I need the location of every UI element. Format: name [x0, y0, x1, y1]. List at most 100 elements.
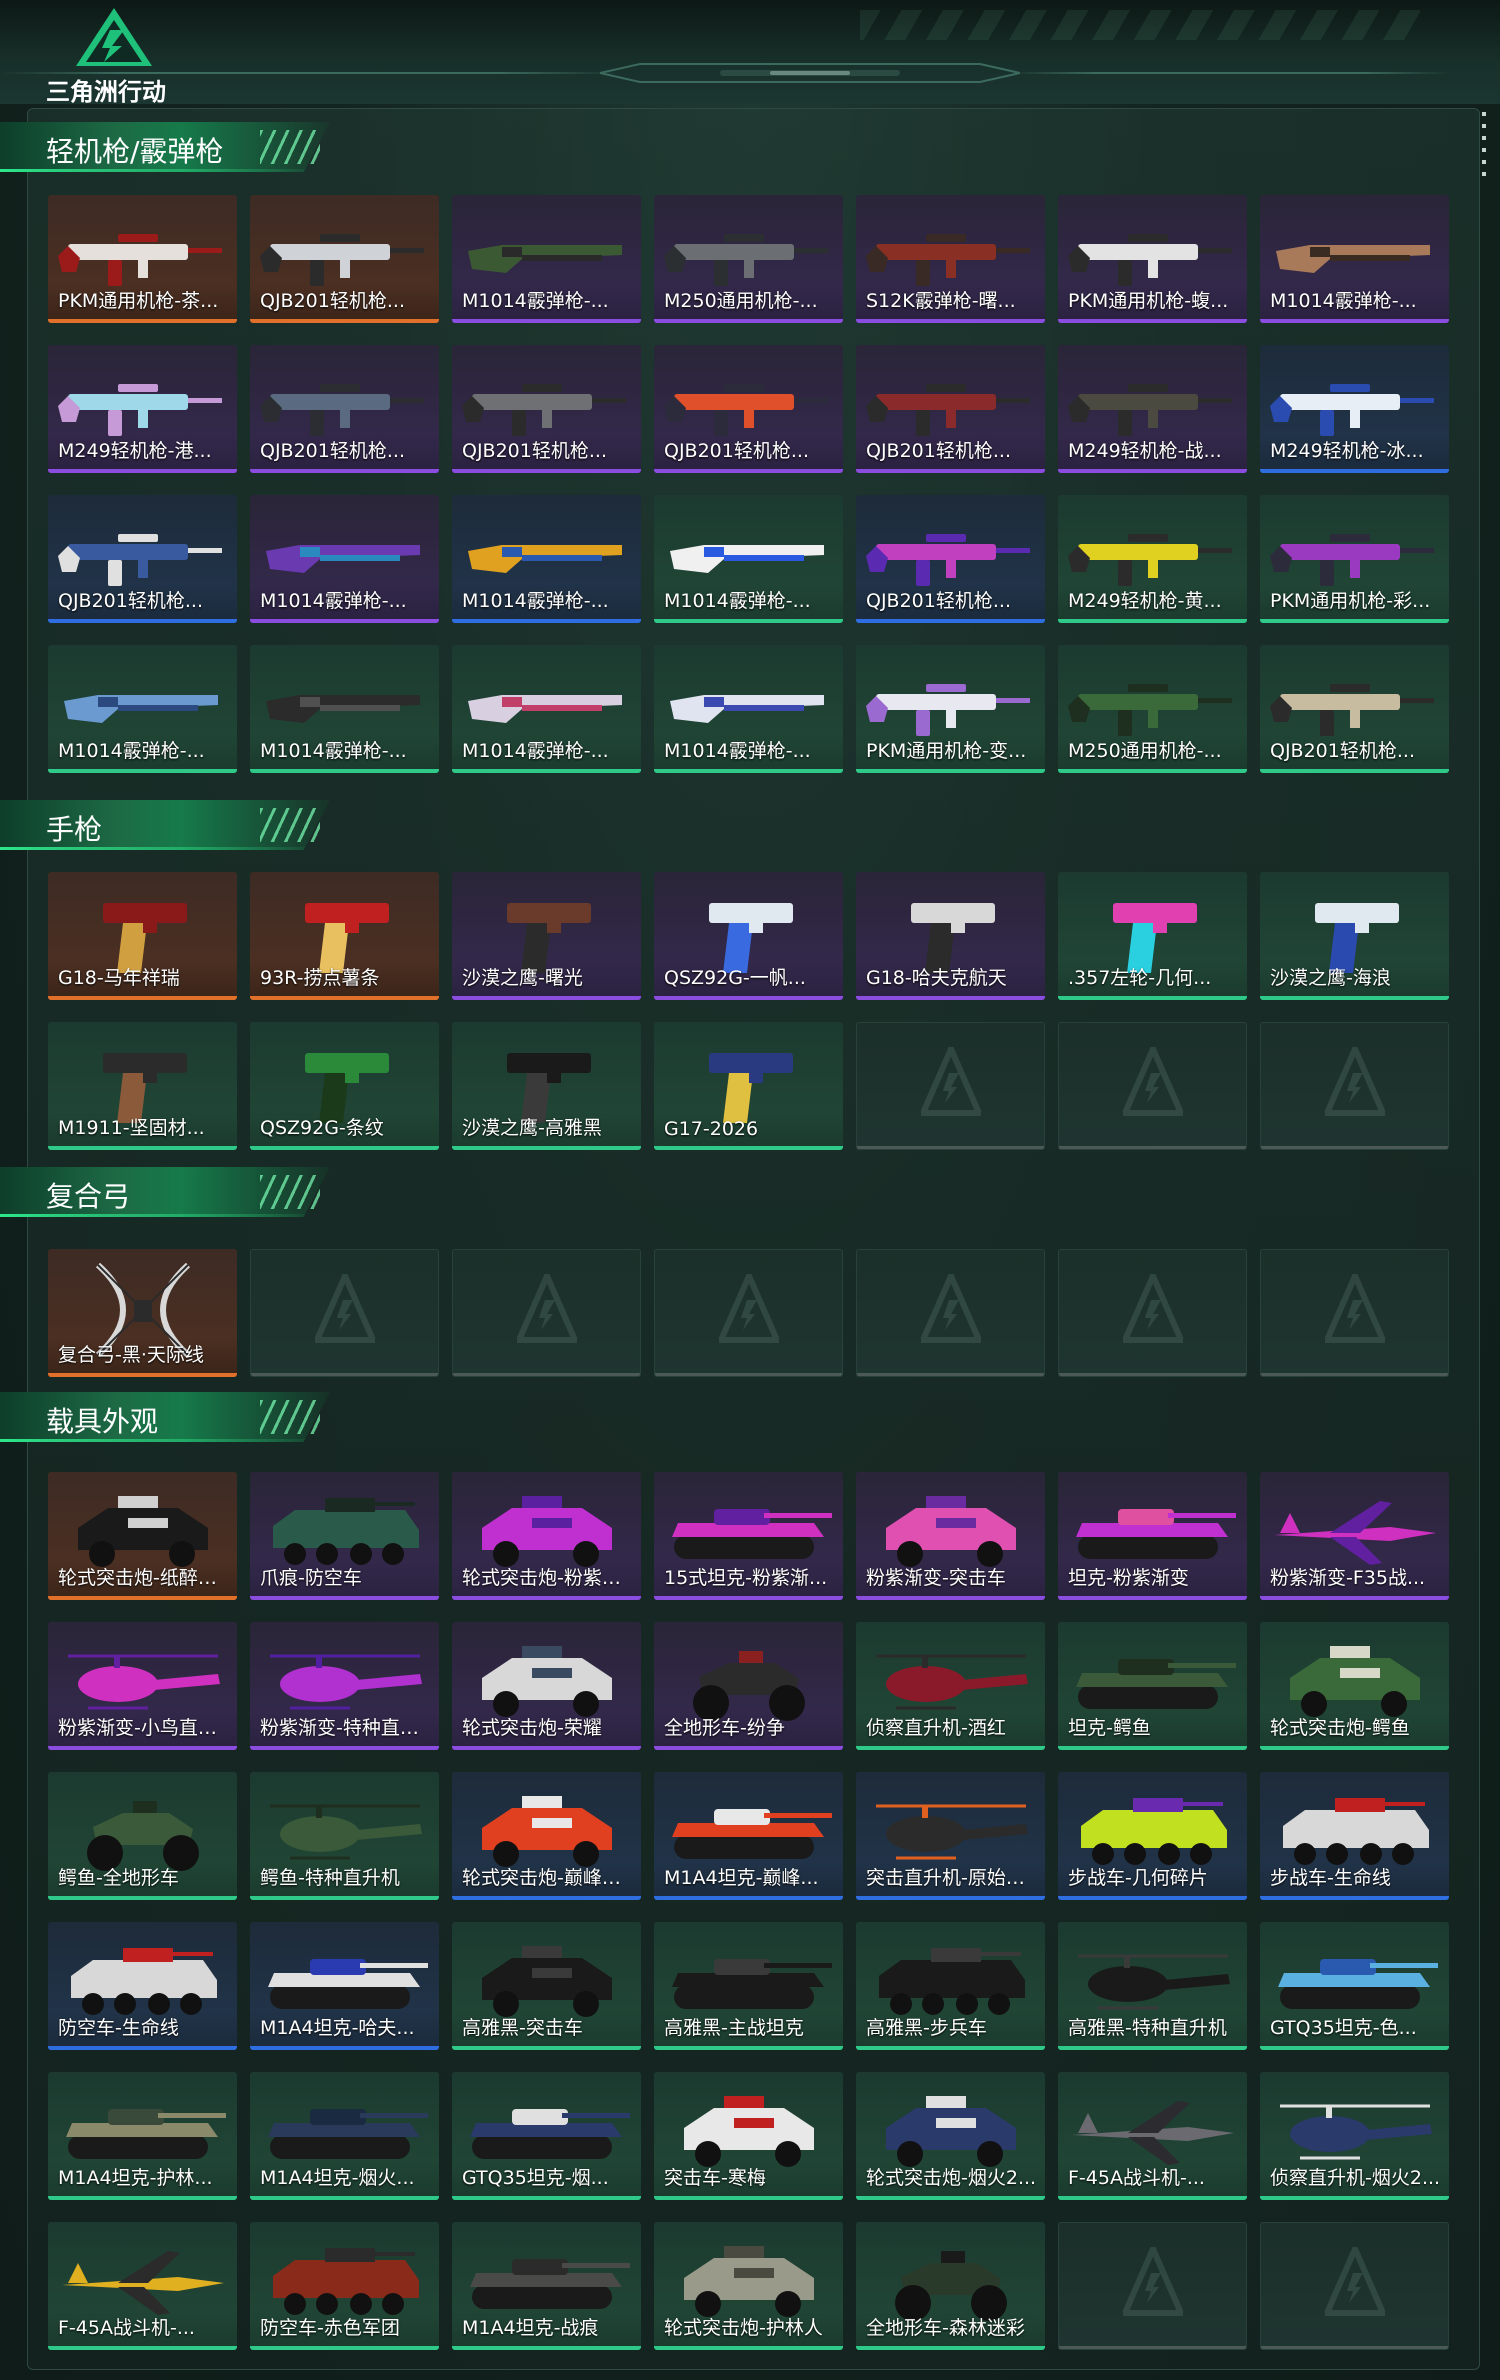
item-card[interactable]: 全地形车-森林迷彩: [856, 2222, 1045, 2350]
item-card[interactable]: QJB201轻机枪...: [1260, 645, 1449, 773]
item-card[interactable]: 轮式突击炮-纸醉金...: [48, 1472, 237, 1600]
item-card[interactable]: M249轻机枪-战...: [1058, 345, 1247, 473]
item-card[interactable]: 鳄鱼-全地形车: [48, 1772, 237, 1900]
item-card[interactable]: 粉紫渐变-小鸟直升...: [48, 1622, 237, 1750]
scrollbar[interactable]: [1482, 112, 1486, 182]
rifle-icon: [461, 384, 626, 437]
item-card[interactable]: QJB201轻机枪...: [250, 195, 439, 323]
item-card[interactable]: M1A4坦克-护林...: [48, 2072, 237, 2200]
rarity-stripe: [250, 2196, 439, 2200]
item-card[interactable]: F-45A战斗机-...: [1058, 2072, 1247, 2200]
item-card[interactable]: 步战车-几何碎片: [1058, 1772, 1247, 1900]
rarity-stripe: [1058, 996, 1247, 1000]
item-card[interactable]: 步战车-生命线: [1260, 1772, 1449, 1900]
item-card[interactable]: PKM通用机枪-蝮...: [1058, 195, 1247, 323]
item-card[interactable]: QJB201轻机枪...: [856, 495, 1045, 623]
item-card[interactable]: M1014霰弹枪-...: [452, 495, 641, 623]
item-card[interactable]: M1A4坦克-战痕: [452, 2222, 641, 2350]
item-card[interactable]: 高雅黑-特种直升机: [1058, 1922, 1247, 2050]
item-card[interactable]: M1014霰弹枪-...: [48, 645, 237, 773]
item-card[interactable]: 轮式突击炮-护林人: [654, 2222, 843, 2350]
item-card[interactable]: 高雅黑-步兵车: [856, 1922, 1045, 2050]
item-card[interactable]: 突击直升机-原始伪...: [856, 1772, 1045, 1900]
item-card[interactable]: PKM通用机枪-茶...: [48, 195, 237, 323]
item-card[interactable]: 防空车-生命线: [48, 1922, 237, 2050]
item-card[interactable]: 侦察直升机-酒红: [856, 1622, 1045, 1750]
item-card[interactable]: M1014霰弹枪-...: [1260, 195, 1449, 323]
item-card[interactable]: 轮式突击炮-烟火2...: [856, 2072, 1045, 2200]
item-name: 粉紫渐变-突击车: [866, 1567, 1006, 1589]
item-card[interactable]: M250通用机枪-...: [1058, 645, 1247, 773]
item-card[interactable]: 粉紫渐变-F35战...: [1260, 1472, 1449, 1600]
item-card[interactable]: 轮式突击炮-鳄鱼: [1260, 1622, 1449, 1750]
item-card[interactable]: M1014霰弹枪-...: [452, 195, 641, 323]
rarity-stripe: [48, 319, 237, 323]
item-card[interactable]: 沙漠之鹰-曙光: [452, 872, 641, 1000]
item-card[interactable]: 突击车-寒梅: [654, 2072, 843, 2200]
item-name: S12K霰弹枪-曙...: [866, 290, 1016, 312]
item-card[interactable]: 轮式突击炮-荣耀: [452, 1622, 641, 1750]
item-card[interactable]: GTQ35坦克-色...: [1260, 1922, 1449, 2050]
item-name: M1014霰弹枪-...: [664, 740, 811, 762]
item-card[interactable]: 粉紫渐变-特种直升...: [250, 1622, 439, 1750]
item-card[interactable]: 高雅黑-突击车: [452, 1922, 641, 2050]
placeholder-logo-icon: [1123, 1047, 1183, 1116]
item-card[interactable]: QJB201轻机枪...: [452, 345, 641, 473]
item-card[interactable]: M1A4坦克-烟火...: [250, 2072, 439, 2200]
item-card[interactable]: M1014霰弹枪-...: [452, 645, 641, 773]
item-card[interactable]: QSZ92G-条纹: [250, 1022, 439, 1150]
item-name: G17-2026: [664, 1118, 759, 1140]
item-card[interactable]: 鳄鱼-特种直升机: [250, 1772, 439, 1900]
item-card[interactable]: 爪痕-防空车: [250, 1472, 439, 1600]
tank-icon: [469, 2259, 630, 2310]
item-card[interactable]: G17-2026: [654, 1022, 843, 1150]
item-card[interactable]: M250通用机枪-...: [654, 195, 843, 323]
item-card[interactable]: 轮式突击炮-巅峰竞...: [452, 1772, 641, 1900]
item-card[interactable]: 轮式突击炮-粉紫渐...: [452, 1472, 641, 1600]
item-card[interactable]: 侦察直升机-烟火2...: [1260, 2072, 1449, 2200]
app-logo[interactable]: 三角洲行动: [46, 6, 186, 106]
rarity-stripe: [1059, 2346, 1246, 2349]
item-card[interactable]: 沙漠之鹰-海浪: [1260, 872, 1449, 1000]
item-card[interactable]: M249轻机枪-黄...: [1058, 495, 1247, 623]
item-card[interactable]: M1014霰弹枪-...: [654, 495, 843, 623]
item-card[interactable]: QJB201轻机枪...: [654, 345, 843, 473]
item-card[interactable]: PKM通用机枪-变...: [856, 645, 1045, 773]
item-card[interactable]: GTQ35坦克-烟...: [452, 2072, 641, 2200]
item-name: 鳄鱼-全地形车: [58, 1867, 179, 1889]
item-card[interactable]: 复合弓-黑·天际线: [48, 1249, 237, 1377]
item-card[interactable]: M1014霰弹枪-...: [250, 645, 439, 773]
item-card[interactable]: 防空车-赤色军团: [250, 2222, 439, 2350]
item-card[interactable]: 坦克-粉紫渐变: [1058, 1472, 1247, 1600]
rarity-stripe: [250, 469, 439, 473]
item-card[interactable]: M1014霰弹枪-...: [654, 645, 843, 773]
item-card[interactable]: 高雅黑-主战坦克: [654, 1922, 843, 2050]
item-card[interactable]: QJB201轻机枪...: [250, 345, 439, 473]
item-card[interactable]: 全地形车-纷争: [654, 1622, 843, 1750]
item-card[interactable]: 粉紫渐变-突击车: [856, 1472, 1045, 1600]
item-card[interactable]: M249轻机枪-冰...: [1260, 345, 1449, 473]
section-title: 手枪: [46, 813, 103, 846]
item-card[interactable]: M1014霰弹枪-...: [250, 495, 439, 623]
item-card[interactable]: G18-马年祥瑞: [48, 872, 237, 1000]
rarity-stripe: [1260, 1746, 1449, 1750]
item-card[interactable]: QJB201轻机枪...: [48, 495, 237, 623]
item-card[interactable]: F-45A战斗机-...: [48, 2222, 237, 2350]
item-card[interactable]: M249轻机枪-港...: [48, 345, 237, 473]
item-card[interactable]: M1A4坦克-巅峰...: [654, 1772, 843, 1900]
item-card[interactable]: 15式坦克-粉紫渐...: [654, 1472, 843, 1600]
item-card[interactable]: QSZ92G-一帆...: [654, 872, 843, 1000]
item-card[interactable]: S12K霰弹枪-曙...: [856, 195, 1045, 323]
item-card[interactable]: M1911-坚固材...: [48, 1022, 237, 1150]
item-card[interactable]: 沙漠之鹰-高雅黑: [452, 1022, 641, 1150]
item-card[interactable]: QJB201轻机枪...: [856, 345, 1045, 473]
item-card[interactable]: .357左轮-几何...: [1058, 872, 1247, 1000]
item-card[interactable]: G18-哈夫克航天: [856, 872, 1045, 1000]
placeholder-logo-icon: [921, 1274, 981, 1343]
item-card[interactable]: 坦克-鳄鱼: [1058, 1622, 1247, 1750]
item-card[interactable]: 93R-捞点薯条: [250, 872, 439, 1000]
rarity-stripe: [856, 1746, 1045, 1750]
item-card[interactable]: PKM通用机枪-彩...: [1260, 495, 1449, 623]
item-card[interactable]: M1A4坦克-哈夫...: [250, 1922, 439, 2050]
item-name: M249轻机枪-冰...: [1270, 440, 1424, 462]
